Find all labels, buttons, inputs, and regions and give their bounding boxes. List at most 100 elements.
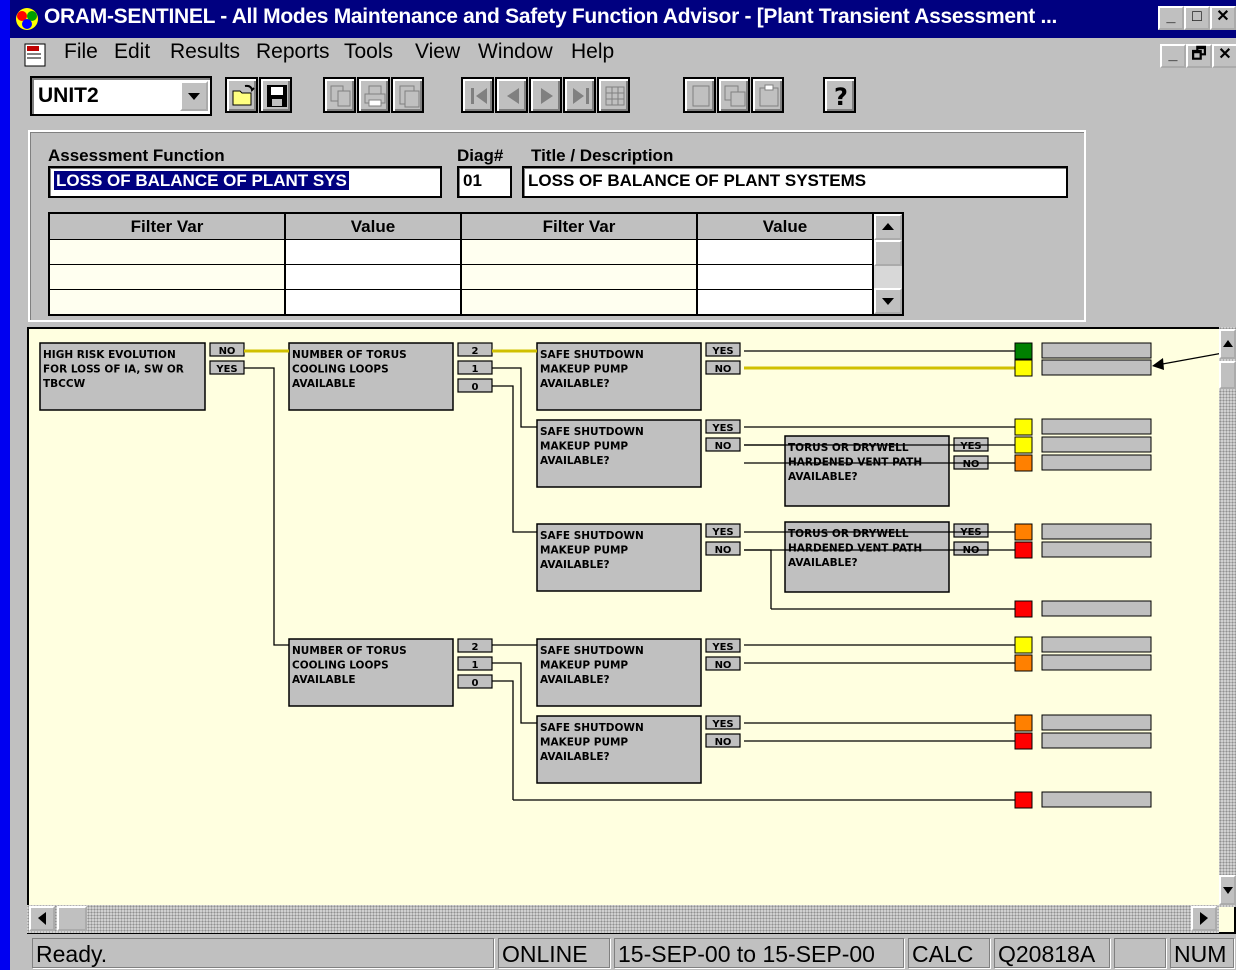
tree-node[interactable]: SAFE SHUTDOWN MAKEUP PUMP AVAILABLE? [536, 419, 702, 488]
tree-scroll-right[interactable] [1191, 906, 1217, 931]
copy-button[interactable] [323, 77, 356, 113]
tree-node[interactable]: SAFE SHUTDOWN MAKEUP PUMP AVAILABLE? [536, 638, 702, 707]
outcome-result-box[interactable] [1041, 791, 1152, 808]
value-cell[interactable] [698, 290, 874, 315]
value-cell[interactable] [286, 265, 462, 290]
outcome-result-box[interactable] [1041, 359, 1152, 376]
mdi-restore-button[interactable]: 🗗 [1186, 44, 1212, 68]
outcome-yellow-marker[interactable] [1014, 418, 1033, 436]
filter-cell[interactable] [50, 265, 286, 290]
tree-scroll-down[interactable] [1219, 875, 1236, 905]
filter-cell[interactable] [462, 265, 698, 290]
outcome-red-marker[interactable] [1014, 732, 1033, 750]
tree-node[interactable]: HIGH RISK EVOLUTION FOR LOSS OF IA, SW OR… [39, 342, 206, 411]
outcome-orange-marker[interactable] [1014, 714, 1033, 732]
outcome-result-box[interactable] [1041, 342, 1152, 359]
value-cell[interactable] [286, 290, 462, 315]
menu-edit[interactable]: Edit [114, 40, 150, 64]
filter-scroll-up[interactable] [874, 214, 902, 240]
filter-scroll-down[interactable] [874, 288, 902, 314]
outcome-yellow-marker[interactable] [1014, 436, 1033, 454]
outcome-orange-marker[interactable] [1014, 454, 1033, 472]
menu-reports[interactable]: Reports [256, 40, 330, 64]
outcome-result-box[interactable] [1041, 654, 1152, 671]
preview-button[interactable] [391, 77, 424, 113]
unit-select[interactable]: UNIT2 [30, 76, 212, 116]
outcome-result-box[interactable] [1041, 714, 1152, 731]
assessment-function-label: Assessment Function [48, 146, 225, 165]
node-text: MAKEUP PUMP [540, 441, 628, 453]
last-record-button[interactable] [563, 77, 596, 113]
filter-scroll-track[interactable] [874, 266, 902, 290]
tree-node[interactable]: NUMBER OF TORUS COOLING LOOPS AVAILABLE [288, 342, 454, 411]
menu-tools[interactable]: Tools [344, 40, 393, 64]
menu-window[interactable]: Window [478, 40, 553, 64]
first-record-button[interactable] [461, 77, 494, 113]
previous-record-button[interactable] [495, 77, 528, 113]
duplicate-button[interactable] [717, 77, 750, 113]
maximize-button[interactable]: □ [1184, 6, 1210, 30]
outcome-orange-marker[interactable] [1014, 654, 1033, 672]
outcome-red-marker[interactable] [1014, 541, 1033, 559]
menu-view[interactable]: View [415, 40, 460, 64]
filter-scroll-thumb[interactable] [874, 240, 902, 266]
outcome-yellow-marker[interactable] [1014, 359, 1033, 377]
first-icon [471, 88, 487, 104]
clipboard-button[interactable] [751, 77, 784, 113]
title-bar[interactable]: ORAM-SENTINEL - All Modes Maintenance an… [10, 0, 1236, 38]
tree-node[interactable]: NUMBER OF TORUS COOLING LOOPS AVAILABLE [288, 638, 454, 707]
tree-scroll-thumb[interactable] [1219, 361, 1236, 389]
mdi-close-button[interactable]: ✕ [1212, 44, 1236, 68]
filter-cell[interactable] [462, 240, 698, 265]
tree-scroll-left[interactable] [29, 906, 55, 931]
menu-file[interactable]: File [64, 40, 98, 64]
outcome-red-marker[interactable] [1014, 600, 1033, 618]
document-icon[interactable] [22, 42, 50, 70]
unit-dropdown-button[interactable] [180, 81, 208, 111]
tree-vertical-scrollbar[interactable] [1219, 327, 1236, 907]
outcome-result-box[interactable] [1041, 436, 1152, 453]
outcome-result-box[interactable] [1041, 600, 1152, 617]
value-cell[interactable] [286, 240, 462, 265]
outcome-result-box[interactable] [1041, 636, 1152, 653]
mdi-minimize-button[interactable]: _ [1160, 44, 1186, 68]
outcome-result-box[interactable] [1041, 523, 1152, 540]
open-button[interactable] [225, 77, 258, 113]
event-tree-panel[interactable]: HIGH RISK EVOLUTION FOR LOSS OF IA, SW OR… [27, 327, 1236, 934]
outcome-red-marker[interactable] [1014, 791, 1033, 809]
chevron-up-icon [882, 223, 894, 230]
save-button[interactable] [259, 77, 292, 113]
value-cell[interactable] [698, 240, 874, 265]
filter-cell[interactable] [50, 240, 286, 265]
outcome-orange-marker[interactable] [1014, 523, 1033, 541]
print-button[interactable] [357, 77, 390, 113]
tree-node[interactable]: TORUS OR DRYWELLHARDENED VENT PATHAVAILA… [784, 435, 950, 507]
outcome-result-box[interactable] [1041, 418, 1152, 435]
filter-cell[interactable] [50, 290, 286, 315]
outcome-result-box[interactable] [1041, 541, 1152, 558]
outcome-yellow-marker[interactable] [1014, 636, 1033, 654]
outcome-result-box[interactable] [1041, 454, 1152, 471]
tree-horizontal-scrollbar[interactable] [27, 905, 1219, 933]
minimize-button[interactable]: _ [1158, 6, 1184, 30]
outcome-result-box[interactable] [1041, 732, 1152, 749]
branch-tag-yes: YES [705, 419, 741, 434]
grid-button[interactable] [597, 77, 630, 113]
tree-scroll-hthumb[interactable] [57, 906, 87, 931]
tree-scroll-up[interactable] [1219, 329, 1236, 359]
value-cell[interactable] [698, 265, 874, 290]
assessment-function-field[interactable]: LOSS OF BALANCE OF PLANT SYS [48, 166, 442, 198]
menu-results[interactable]: Results [170, 40, 240, 64]
next-record-button[interactable] [529, 77, 562, 113]
tree-node[interactable]: SAFE SHUTDOWN MAKEUP PUMP AVAILABLE? [536, 523, 702, 592]
diag-field[interactable]: 01 [457, 166, 512, 198]
tree-node[interactable]: SAFE SHUTDOWN MAKEUP PUMP AVAILABLE? [536, 715, 702, 784]
filter-cell[interactable] [462, 290, 698, 315]
tree-node[interactable]: SAFE SHUTDOWN MAKEUP PUMP AVAILABLE? [536, 342, 702, 411]
menu-help[interactable]: Help [571, 40, 614, 64]
new-button[interactable] [683, 77, 716, 113]
help-button[interactable]: ? [823, 77, 856, 113]
title-description-field[interactable]: LOSS OF BALANCE OF PLANT SYSTEMS [522, 166, 1068, 198]
close-button[interactable]: ✕ [1210, 6, 1236, 30]
outcome-green-marker[interactable] [1014, 342, 1033, 360]
